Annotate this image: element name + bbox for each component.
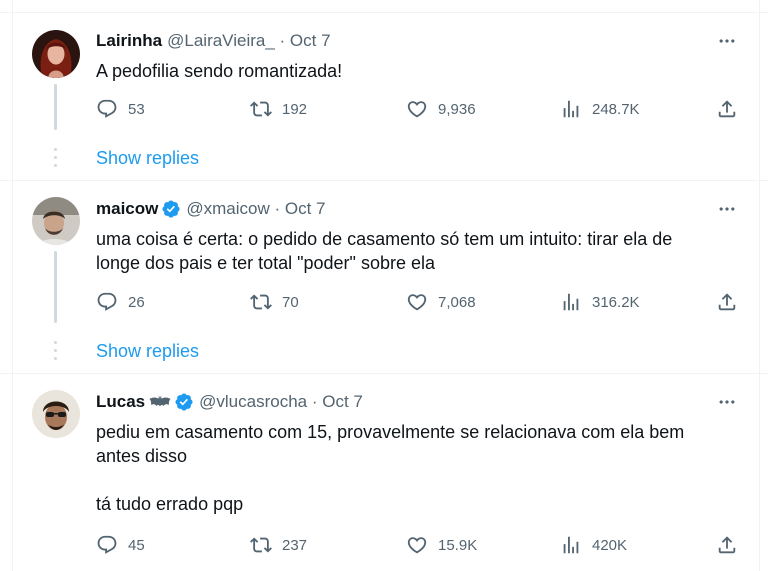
- share-button[interactable]: [716, 98, 738, 120]
- views-button[interactable]: 248.7K: [560, 98, 640, 120]
- column-border-left: [12, 0, 13, 571]
- views-icon: [560, 98, 582, 120]
- views-count: 316.2K: [592, 293, 640, 311]
- tweet-text-line: uma coisa é certa: o pedido de casamento…: [96, 229, 673, 249]
- retweet-button[interactable]: 70: [250, 291, 299, 313]
- divider: [0, 373, 768, 374]
- tweet-actions: 26 70 7,068 316.2K: [96, 291, 742, 315]
- verified-icon: [174, 392, 194, 412]
- tweet-text-line: longe dos pais e ter total "poder" sobre…: [96, 253, 435, 273]
- thread-dots: [54, 148, 57, 172]
- timeline: Lairinha @LairaVieira_ · Oct 7 A pedofil…: [0, 0, 768, 571]
- thread-line: [54, 84, 57, 130]
- more-icon[interactable]: [716, 199, 738, 219]
- views-count: 248.7K: [592, 100, 640, 118]
- tweet-text: A pedofilia sendo romantizada!: [96, 59, 746, 83]
- tweet-text-line: A pedofilia sendo romantizada!: [96, 61, 343, 81]
- like-button[interactable]: 7,068: [406, 291, 476, 313]
- handle-and-date[interactable]: @vlucasrocha · Oct 7: [199, 392, 363, 412]
- reply-icon: [96, 98, 118, 120]
- avatar[interactable]: [32, 30, 80, 78]
- verified-icon: [161, 199, 181, 219]
- divider: [0, 180, 768, 181]
- like-icon: [406, 534, 428, 556]
- handle-and-date[interactable]: @xmaicow · Oct 7: [186, 199, 325, 219]
- display-name[interactable]: maicow: [96, 199, 158, 219]
- share-button[interactable]: [716, 291, 738, 313]
- tweet-header: Lucas @vlucasrocha · Oct 7: [96, 392, 363, 412]
- display-name[interactable]: Lairinha: [96, 31, 162, 51]
- reply-count: 53: [128, 100, 145, 118]
- thread-line: [54, 251, 57, 323]
- reply-button[interactable]: 26: [96, 291, 145, 313]
- retweet-icon: [250, 534, 272, 556]
- retweet-icon: [250, 291, 272, 313]
- like-icon: [406, 98, 428, 120]
- tweet-actions: 45 237 15.9K 420K: [96, 534, 742, 558]
- views-button[interactable]: 420K: [560, 534, 627, 556]
- views-icon: [560, 534, 582, 556]
- reply-button[interactable]: 45: [96, 534, 145, 556]
- more-icon[interactable]: [716, 31, 738, 51]
- views-button[interactable]: 316.2K: [560, 291, 640, 313]
- tweet-text-line: tá tudo errado pqp: [96, 494, 244, 514]
- more-icon[interactable]: [716, 392, 738, 412]
- tweet-actions: 53 192 9,936 248.7K: [96, 98, 742, 122]
- reply-count: 45: [128, 536, 145, 554]
- show-replies-link[interactable]: Show replies: [96, 148, 199, 169]
- share-icon: [716, 98, 738, 120]
- like-icon: [406, 291, 428, 313]
- share-icon: [716, 291, 738, 313]
- share-button[interactable]: [716, 534, 738, 556]
- avatar[interactable]: [32, 390, 80, 438]
- retweet-count: 237: [282, 536, 308, 554]
- avatar[interactable]: [32, 197, 80, 245]
- like-count: 15.9K: [438, 536, 478, 554]
- tweet-header: maicow @xmaicow · Oct 7: [96, 199, 325, 219]
- retweet-button[interactable]: 192: [250, 98, 307, 120]
- reply-icon: [96, 534, 118, 556]
- tweet-text-line: antes disso: [96, 446, 188, 466]
- tweet-text: uma coisa é certa: o pedido de casamento…: [96, 227, 746, 275]
- divider: [0, 12, 768, 13]
- tweet-text: pediu em casamento com 15, provavelmente…: [96, 420, 746, 516]
- bat-emoji-icon: [149, 395, 171, 407]
- retweet-icon: [250, 98, 272, 120]
- retweet-count: 70: [282, 293, 299, 311]
- tweet-header: Lairinha @LairaVieira_ · Oct 7: [96, 31, 331, 51]
- display-name[interactable]: Lucas: [96, 392, 145, 412]
- share-icon: [716, 534, 738, 556]
- views-icon: [560, 291, 582, 313]
- thread-dots: [54, 341, 57, 365]
- show-replies-link[interactable]: Show replies: [96, 341, 199, 362]
- tweet-text-line: pediu em casamento com 15, provavelmente…: [96, 422, 685, 442]
- retweet-button[interactable]: 237: [250, 534, 307, 556]
- like-count: 7,068: [438, 293, 476, 311]
- reply-button[interactable]: 53: [96, 98, 145, 120]
- like-button[interactable]: 15.9K: [406, 534, 477, 556]
- handle-and-date[interactable]: @LairaVieira_ · Oct 7: [167, 31, 330, 51]
- like-button[interactable]: 9,936: [406, 98, 476, 120]
- reply-icon: [96, 291, 118, 313]
- views-count: 420K: [592, 536, 628, 554]
- column-border-right: [759, 0, 760, 571]
- like-count: 9,936: [438, 100, 476, 118]
- retweet-count: 192: [282, 100, 308, 118]
- reply-count: 26: [128, 293, 145, 311]
